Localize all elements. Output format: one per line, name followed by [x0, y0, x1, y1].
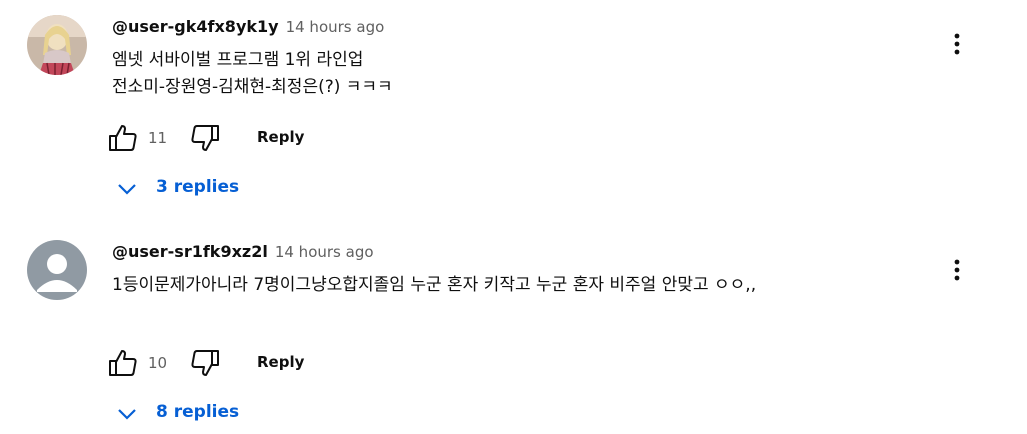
chevron-down-icon — [118, 184, 136, 195]
comment-text: 엠넷 서바이벌 프로그램 1위 라인업 전소미-장원영-김채현-최정은(?) ㅋ… — [112, 50, 393, 97]
comment-header: @user-sr1fk9xz2l 14 hours ago — [112, 242, 374, 261]
replies-count: 8 replies — [156, 402, 240, 422]
replies-count: 3 replies — [156, 177, 240, 197]
reply-button[interactable]: Reply — [257, 128, 304, 146]
author-name[interactable]: @user-sr1fk9xz2l — [112, 242, 268, 261]
more-vert-icon[interactable] — [944, 31, 970, 57]
more-vert-icon[interactable] — [944, 257, 970, 283]
thumbs-up-icon[interactable] — [106, 346, 140, 380]
avatar[interactable] — [27, 15, 87, 75]
thumbs-up-icon[interactable] — [106, 121, 140, 155]
avatar[interactable] — [27, 240, 87, 300]
like-count: 10 — [148, 354, 168, 372]
like-count: 11 — [148, 129, 168, 147]
view-replies-button[interactable]: 8 replies — [116, 397, 276, 431]
comment-actions: 10 Reply — [106, 346, 346, 380]
view-replies-button[interactable]: 3 replies — [116, 172, 276, 206]
comment-header: @user-gk4fx8yk1y 14 hours ago — [112, 17, 384, 36]
comment-actions: 11 Reply — [106, 121, 346, 155]
timestamp[interactable]: 14 hours ago — [286, 18, 385, 36]
author-name[interactable]: @user-gk4fx8yk1y — [112, 17, 279, 36]
timestamp[interactable]: 14 hours ago — [275, 243, 374, 261]
chevron-down-icon — [118, 409, 136, 420]
thumbs-down-icon[interactable] — [188, 121, 222, 155]
comment-text: 1등이문제가아니라 7명이그냥오합지졸임 누군 혼자 키작고 누군 혼자 비주얼… — [112, 275, 757, 295]
reply-button[interactable]: Reply — [257, 353, 304, 371]
thumbs-down-icon[interactable] — [188, 346, 222, 380]
